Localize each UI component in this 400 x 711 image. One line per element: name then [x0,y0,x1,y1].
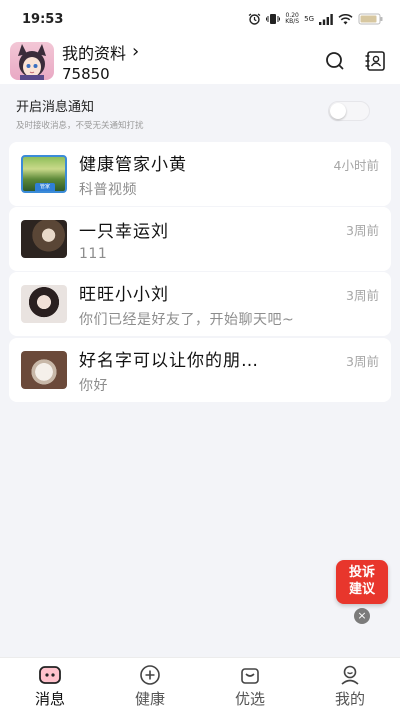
profile-header: 我的资料 › 75850 [0,38,400,84]
conversation-body: 旺旺小小刘 你们已经是好友了，开始聊天吧~ [79,280,379,329]
shopping-bag-icon [238,664,262,686]
tab-label: 健康 [134,690,165,708]
feedback-label-line1: 投诉 [348,565,375,580]
conversation-item[interactable]: 管家 健康管家小黄 科普视频 4小时前 [9,142,391,206]
profile-title: 我的资料 [62,43,127,63]
tab-health[interactable]: 健康 [100,658,200,711]
tab-label: 我的 [334,690,365,708]
conversation-time: 3周前 [346,288,379,303]
message-icon [38,664,62,686]
notification-subtitle: 及时接收消息，不受无关通知打扰 [16,121,144,131]
conversation-item[interactable]: 一只幸运刘 111 3周前 [9,207,391,271]
vibrate-icon [266,14,281,24]
signal-icon [319,13,333,25]
conversation-avatar: 管家 [21,155,67,193]
status-time: 19:53 [22,11,64,27]
conversation-avatar [21,220,67,258]
conversation-message: 你们已经是好友了，开始聊天吧~ [79,311,295,328]
conversation-message: 你好 [79,377,108,394]
plus-circle-icon [138,664,162,686]
tab-label: 优选 [234,690,265,708]
battery-icon [358,13,383,25]
wifi-icon [338,13,353,24]
contacts-icon [365,51,385,71]
bottom-tab-bar: 消息 健康 优选 我的 [0,657,400,711]
net-speed: 0.20 KB/S [285,13,299,25]
feedback-button[interactable]: 投诉 建议 [336,560,388,604]
network-type: 5G [304,15,314,23]
notification-toggle[interactable] [328,101,370,121]
conversation-item[interactable]: 旺旺小小刘 你们已经是好友了，开始聊天吧~ 3周前 [9,272,391,336]
conversation-message: 科普视频 [79,181,137,198]
avatar[interactable] [10,42,54,80]
avatar-illustration-icon [18,44,46,80]
conversation-avatar [21,285,67,323]
status-bar: 19:53 0.20 KB/S 5G [0,0,400,38]
conversation-name: 健康管家小黄 [79,154,187,175]
close-icon[interactable]: × [354,608,370,624]
profile-icon [338,664,362,686]
conversation-time: 3周前 [346,354,379,369]
tab-featured[interactable]: 优选 [200,658,300,711]
search-button[interactable] [320,46,350,76]
search-icon [326,52,344,70]
profile-info[interactable]: 我的资料 › 75850 [62,40,310,83]
conversation-name: 一只幸运刘 [79,221,169,242]
conversation-message: 111 [79,245,108,262]
conversation-item[interactable]: 好名字可以让你的朋… 你好 3周前 [9,338,391,402]
tab-label: 消息 [34,690,65,708]
conversation-time: 3周前 [346,223,379,238]
tab-mine[interactable]: 我的 [300,658,400,711]
conversation-name: 旺旺小小刘 [79,284,169,305]
notification-setting: 开启消息通知 及时接收消息，不受无关通知打扰 [0,84,400,138]
conversation-avatar [21,351,67,389]
alarm-icon [248,13,261,25]
contacts-button[interactable] [360,46,390,76]
chevron-right-icon: › [132,41,140,62]
net-speed-unit: KB/S [285,18,300,25]
user-id: 75850 [62,64,110,83]
profile-title-row[interactable]: 我的资料 › [62,40,310,64]
status-icons: 0.20 KB/S 5G [248,13,384,25]
feedback-label-line2: 建议 [348,582,375,597]
conversation-body: 一只幸运刘 111 [79,217,379,262]
toggle-knob [330,103,346,119]
conversation-time: 4小时前 [333,158,379,173]
conversation-name: 好名字可以让你的朋… [79,350,259,371]
avatar-badge: 管家 [35,183,55,191]
tab-messages[interactable]: 消息 [0,658,100,711]
conversation-body: 好名字可以让你的朋… 你好 [79,346,379,395]
